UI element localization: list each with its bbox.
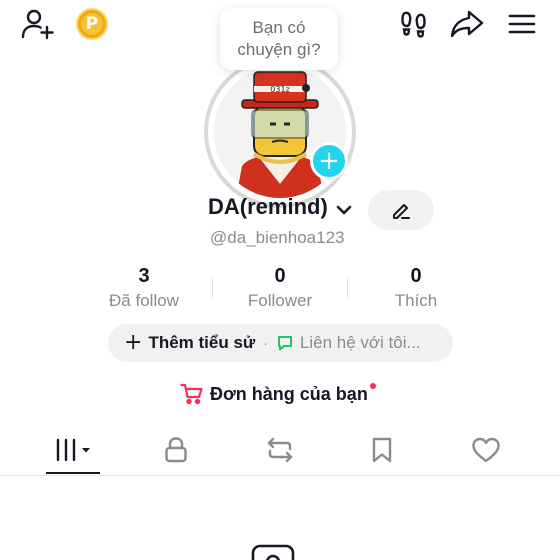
- share-profile-button[interactable]: [446, 4, 488, 44]
- add-bio-button[interactable]: + Thêm tiểu sử: [124, 332, 255, 354]
- lock-icon: [165, 437, 187, 463]
- separator-dot: ·: [263, 335, 268, 351]
- contact-me-button[interactable]: Liên hệ với tôi...: [276, 333, 421, 353]
- hamburger-menu-icon: [508, 14, 536, 34]
- stat-likes[interactable]: 0 Thích: [348, 264, 484, 314]
- contact-me-label: Liên hệ với tôi...: [299, 333, 421, 352]
- chevron-down-icon[interactable]: [334, 200, 354, 220]
- coin-icon: P: [76, 8, 108, 40]
- repost-icon: [267, 437, 293, 463]
- stat-value: 3: [138, 265, 150, 287]
- profile-stats: 3 Đã follow 0 Follower 0 Thích: [76, 264, 484, 314]
- plus-icon: +: [124, 330, 143, 355]
- profile-views-button[interactable]: [394, 4, 434, 44]
- stat-value: 0: [410, 265, 422, 287]
- stat-following[interactable]: 3 Đã follow: [76, 264, 212, 314]
- menu-button[interactable]: [502, 4, 542, 44]
- bio-actions: + Thêm tiểu sử · Liên hệ với tôi...: [108, 324, 453, 362]
- add-avatar-button[interactable]: +: [310, 142, 348, 180]
- profile-tabs: [0, 424, 560, 476]
- notification-dot: [369, 383, 376, 389]
- stat-followers[interactable]: 0 Follower: [212, 264, 348, 314]
- tab-saved[interactable]: [352, 424, 412, 476]
- tab-liked[interactable]: [456, 424, 516, 476]
- heart-icon: [472, 437, 500, 463]
- tab-videos[interactable]: [44, 424, 104, 476]
- pencil-icon: [393, 204, 410, 219]
- stat-label: Đã follow: [109, 291, 179, 310]
- chat-bubble-icon: [277, 336, 292, 351]
- camera-placeholder-icon: [251, 544, 295, 560]
- tab-private[interactable]: [146, 424, 206, 476]
- videos-grid-icon: [56, 438, 90, 462]
- bookmark-icon: [372, 437, 392, 463]
- stat-label: Thích: [394, 291, 438, 310]
- add-friend-button[interactable]: [18, 4, 58, 44]
- share-arrow-icon: [450, 10, 484, 38]
- username-handle: @da_bienhoa123: [210, 228, 345, 247]
- stat-divider: [212, 278, 213, 298]
- your-orders-link[interactable]: Đơn hàng của bạn: [180, 380, 376, 408]
- stat-label: Follower: [247, 291, 313, 310]
- edit-profile-button[interactable]: [368, 190, 434, 230]
- stat-value: 0: [274, 265, 286, 287]
- coin-button[interactable]: P: [74, 6, 110, 42]
- display-name[interactable]: DA(remind): [208, 194, 328, 220]
- add-bio-label: Thêm tiểu sử: [148, 333, 256, 352]
- footprints-icon: [401, 11, 426, 38]
- tab-reposts[interactable]: [250, 424, 310, 476]
- active-tab-indicator: [46, 472, 100, 474]
- your-orders-label: Đơn hàng của bạn: [210, 383, 368, 404]
- add-friend-icon: [21, 9, 54, 40]
- name-row: DA(remind): [0, 190, 560, 230]
- note-bubble-text: Bạn có chuyện gì?: [237, 18, 321, 59]
- note-bubble[interactable]: Bạn có chuyện gì?: [220, 8, 338, 70]
- plus-icon: +: [318, 146, 340, 176]
- svg-text:031z: 031z: [270, 85, 289, 94]
- shopping-cart-icon: [180, 383, 203, 405]
